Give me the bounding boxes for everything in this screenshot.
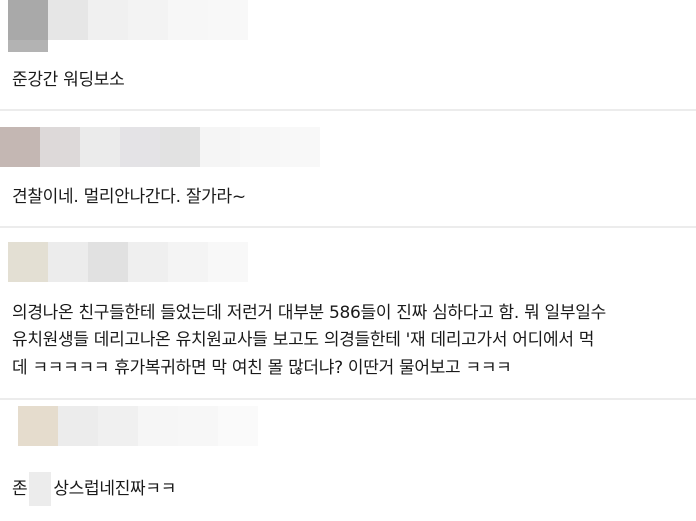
comment-2: 견찰이네. 멀리안나간다. 잘가라~ bbox=[0, 111, 696, 226]
comment-3: 의경나온 친구들한테 들었는데 저런거 대부분 586들이 진짜 심하다고 함.… bbox=[0, 228, 696, 398]
comment-text-start: 존 bbox=[12, 479, 28, 499]
censored-block bbox=[29, 472, 52, 506]
avatar-and-username-blurred bbox=[0, 127, 320, 167]
comment-1: 준강간 워딩보소 bbox=[0, 0, 696, 110]
comment-text-line-1: 의경나온 친구들한테 들었는데 저런거 대부분 586들이 진짜 심하다고 함.… bbox=[12, 303, 606, 323]
comment-4: 존 상스럽네진짜ㅋㅋ bbox=[0, 400, 696, 521]
comment-text-line-2: 유치원생들 데리고나온 유치원교사들 보고도 의경들한테 '재 데리고가서 어디… bbox=[12, 330, 595, 350]
comment-text: 존 상스럽네진짜ㅋㅋ bbox=[12, 472, 176, 506]
comment-text-end: 상스럽네진짜ㅋㅋ bbox=[53, 479, 177, 499]
username-blurred bbox=[58, 406, 258, 446]
avatar-and-username-blurred bbox=[8, 242, 248, 282]
avatar bbox=[18, 406, 58, 446]
comment-text: 준강간 워딩보소 bbox=[12, 70, 125, 90]
avatar bbox=[8, 0, 48, 52]
comment-text-line-3: 데 ㅋㅋㅋㅋㅋ 휴가복귀하면 막 여친 몰 많더냐? 이딴거 물어보고 ㅋㅋㅋ bbox=[12, 358, 512, 378]
comment-text: 견찰이네. 멀리안나간다. 잘가라~ bbox=[12, 187, 246, 207]
username-blurred bbox=[48, 0, 248, 40]
